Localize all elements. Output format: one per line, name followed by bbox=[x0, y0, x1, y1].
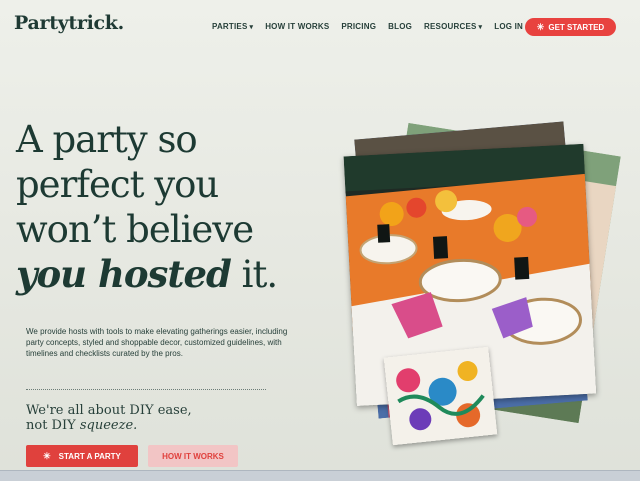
nav-how-it-works-label: HOW IT WORKS bbox=[265, 22, 330, 31]
nav-parties-label: PARTIES bbox=[212, 22, 248, 31]
nav-pricing[interactable]: PRICING bbox=[341, 22, 376, 31]
tagline-emphasis: squeeze. bbox=[79, 417, 138, 433]
nav-pricing-label: PRICING bbox=[341, 22, 377, 31]
start-a-party-button[interactable]: ✳ START A PARTY bbox=[26, 445, 138, 467]
dotted-divider bbox=[26, 389, 266, 390]
tagline-line-2: not DIY squeeze. bbox=[26, 417, 266, 434]
nav-log-in-label: LOG IN bbox=[494, 22, 524, 31]
tagline-line-1: We're all about DIY ease, bbox=[26, 403, 192, 418]
how-it-works-button-label: HOW IT WORKS bbox=[162, 451, 224, 461]
how-it-works-button[interactable]: HOW IT WORKS bbox=[148, 445, 238, 467]
tagline-start: not DIY bbox=[26, 417, 76, 433]
hero-description: We provide hosts with tools to make elev… bbox=[26, 327, 288, 359]
hero-tagline: We're all about DIY ease, not DIY squeez… bbox=[26, 403, 266, 434]
browser-viewport: Partytrick. PARTIES ▾ HOW IT WORKS PRICIN… bbox=[0, 0, 640, 470]
headline-line-3: won’t believe bbox=[16, 207, 254, 251]
main-nav: PARTIES ▾ HOW IT WORKS PRICING BLOG RESOU… bbox=[212, 22, 535, 31]
nav-blog-label: BLOG bbox=[388, 22, 413, 31]
hero-headline: A party so perfect you won’t believe you… bbox=[16, 118, 346, 298]
partytrick-logo[interactable]: Partytrick. bbox=[14, 12, 124, 34]
sparkle-icon: ✳ bbox=[43, 450, 51, 461]
chevron-down-icon: ▾ bbox=[478, 23, 483, 31]
headline-line-1: A party so bbox=[16, 118, 198, 161]
nav-blog[interactable]: BLOG bbox=[388, 22, 412, 31]
headline-end: it. bbox=[241, 253, 278, 297]
hero-photo-collage bbox=[336, 121, 621, 460]
headline-line-2: perfect you bbox=[16, 162, 219, 206]
headline-emphasis: you hosted bbox=[16, 252, 232, 297]
start-a-party-label: START A PARTY bbox=[58, 451, 121, 461]
os-taskbar bbox=[0, 470, 640, 481]
chevron-down-icon: ▾ bbox=[249, 23, 254, 31]
get-started-button[interactable]: ✳ GET STARTED bbox=[525, 18, 616, 36]
nav-log-in[interactable]: LOG IN bbox=[494, 22, 523, 31]
sparkle-icon: ✳ bbox=[536, 21, 545, 32]
headline-line-4: you hosted it. bbox=[16, 252, 346, 298]
nav-resources-label: RESOURCES bbox=[424, 22, 477, 31]
nav-how-it-works[interactable]: HOW IT WORKS bbox=[265, 22, 329, 31]
get-started-label: GET STARTED bbox=[548, 22, 605, 32]
nav-resources[interactable]: RESOURCES ▾ bbox=[424, 22, 482, 31]
embroidered-napkin-photo bbox=[383, 346, 498, 446]
nav-parties[interactable]: PARTIES ▾ bbox=[212, 22, 253, 31]
